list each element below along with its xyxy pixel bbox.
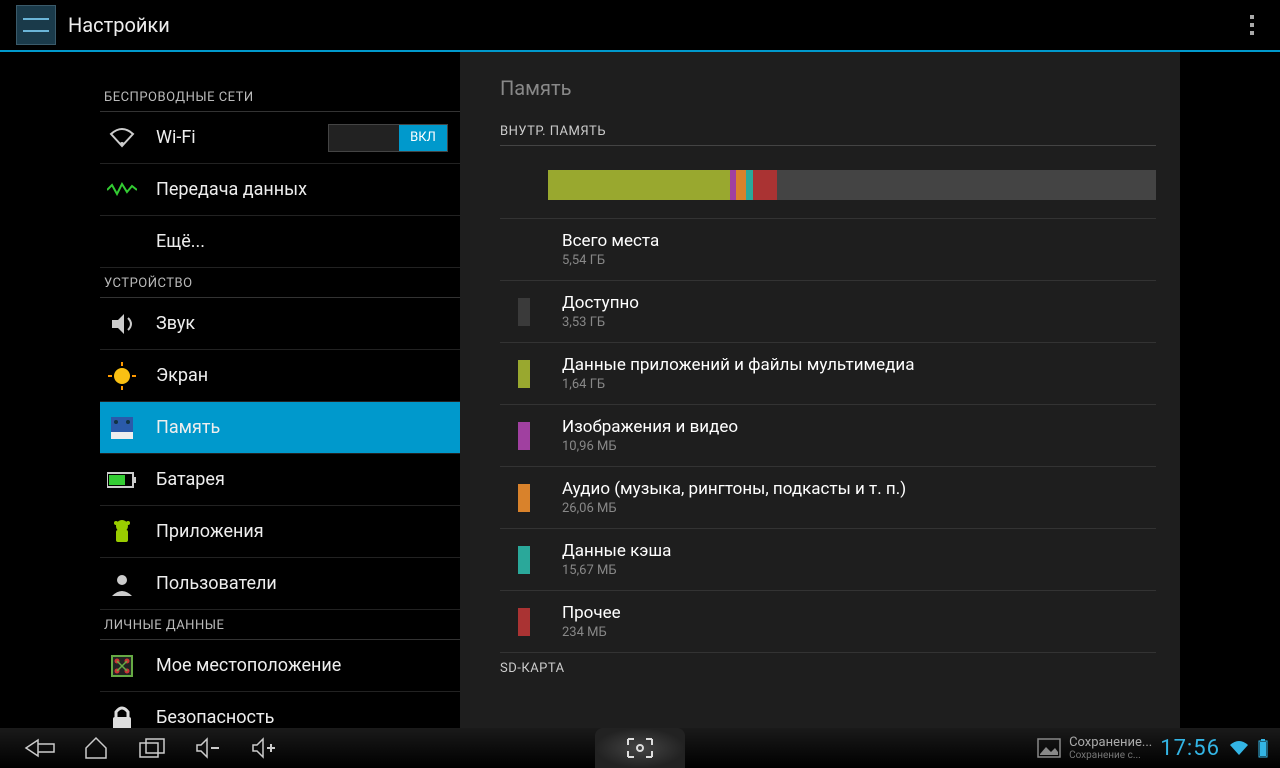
detail-title: Память [500, 76, 1156, 124]
storage-row[interactable]: Изображения и видео 10,96 МБ [500, 405, 1156, 467]
storage-swatch [518, 546, 530, 574]
storage-swatch [518, 422, 530, 450]
storage-row-label: Данные приложений и файлы мультимедиа [562, 355, 914, 375]
storage-row: Всего места 5,54 ГБ [500, 219, 1156, 281]
settings-sidebar: БЕСПРОВОДНЫЕ СЕТИ Wi-Fi ВКЛ Передача дан… [0, 52, 460, 728]
sidebar-item-label: Батарея [156, 469, 225, 490]
section-wireless: БЕСПРОВОДНЫЕ СЕТИ [100, 82, 460, 112]
sidebar-item-label: Экран [156, 365, 208, 386]
storage-row-label: Аудио (музыка, рингтоны, подкасты и т. п… [562, 479, 906, 499]
title-bar: Настройки [0, 0, 1280, 52]
storage-detail-panel: Память ВНУТР. ПАМЯТЬ Всего места 5,54 ГБ Д… [460, 52, 1180, 728]
system-navigation-bar: Сохранение... Сохранение с... 17:56 [0, 728, 1280, 768]
wifi-status-icon [1228, 739, 1250, 757]
section-personal: ЛИЧНЫЕ ДАННЫЕ [100, 610, 460, 640]
storage-row-label: Изображения и видео [562, 417, 738, 437]
storage-row-value: 15,67 МБ [562, 563, 671, 578]
lock-icon [104, 700, 140, 729]
storage-row-label: Доступно [562, 293, 639, 313]
recent-apps-button[interactable] [124, 728, 180, 768]
back-button[interactable] [12, 728, 68, 768]
sidebar-item-battery[interactable]: Батарея [100, 454, 460, 506]
sidebar-item-label: Звук [156, 313, 195, 334]
battery-icon [104, 462, 140, 498]
storage-icon [104, 410, 140, 446]
system-tray[interactable]: Сохранение... Сохранение с... 17:56 [1037, 735, 1268, 761]
overflow-menu-icon[interactable] [1240, 15, 1264, 35]
detail-section-sdcard: SD-КАРТА [500, 661, 1156, 682]
storage-row-label: Данные кэша [562, 541, 671, 561]
sidebar-item-label: Пользователи [156, 573, 277, 594]
detail-section-internal: ВНУТР. ПАМЯТЬ [500, 124, 1156, 146]
home-button[interactable] [68, 728, 124, 768]
battery-status-icon [1258, 738, 1268, 758]
sidebar-item-location[interactable]: Мое местоположение [100, 640, 460, 692]
volume-up-button[interactable] [236, 728, 292, 768]
storage-row-label: Прочее [562, 603, 621, 623]
storage-row-value: 26,06 МБ [562, 501, 906, 516]
display-icon [104, 358, 140, 394]
storage-row-label: Всего места [562, 231, 659, 251]
sidebar-item-display[interactable]: Экран [100, 350, 460, 402]
notification-text: Сохранение... Сохранение с... [1069, 735, 1152, 761]
storage-row-value: 5,54 ГБ [562, 253, 659, 268]
section-device: УСТРОЙСТВО [100, 268, 460, 298]
sidebar-item-label: Ещё... [156, 231, 205, 252]
storage-swatch [518, 608, 530, 636]
toggle-on-label: ВКЛ [399, 125, 447, 151]
storage-row[interactable]: Доступно 3,53 ГБ [500, 281, 1156, 343]
storage-row-value: 1,64 ГБ [562, 377, 914, 392]
sidebar-item-label: Память [156, 417, 220, 438]
wifi-icon [104, 120, 140, 156]
storage-row[interactable]: Прочее 234 МБ [500, 591, 1156, 653]
sidebar-item-apps[interactable]: Приложения [100, 506, 460, 558]
storage-swatch [518, 298, 530, 326]
sidebar-item-security[interactable]: Безопасность [100, 692, 460, 728]
storage-row[interactable]: Аудио (музыка, рингтоны, подкасты и т. п… [500, 467, 1156, 529]
sidebar-item-label: Мое местоположение [156, 655, 341, 676]
data-usage-icon [104, 172, 140, 208]
sidebar-item-more[interactable]: Ещё... [100, 216, 460, 268]
sidebar-item-sound[interactable]: Звук [100, 298, 460, 350]
location-icon [104, 648, 140, 684]
apps-icon [104, 514, 140, 550]
app-title: Настройки [68, 13, 170, 37]
wifi-toggle[interactable]: ВКЛ [328, 124, 448, 152]
sidebar-item-data-usage[interactable]: Передача данных [100, 164, 460, 216]
sidebar-item-users[interactable]: Пользователи [100, 558, 460, 610]
storage-row-value: 234 МБ [562, 625, 621, 640]
volume-down-button[interactable] [180, 728, 236, 768]
storage-row[interactable]: Данные приложений и файлы мультимедиа 1,6… [500, 343, 1156, 405]
notification-image-icon [1037, 738, 1061, 758]
sidebar-item-label: Безопасность [156, 707, 274, 728]
storage-swatch [518, 484, 530, 512]
screenshot-button[interactable] [595, 728, 685, 768]
users-icon [104, 566, 140, 602]
storage-swatch [518, 360, 530, 388]
sidebar-item-label: Приложения [156, 521, 264, 542]
settings-app-icon [16, 5, 56, 45]
sidebar-item-storage[interactable]: Память [100, 402, 460, 454]
clock: 17:56 [1160, 736, 1220, 761]
storage-row-value: 10,96 МБ [562, 439, 738, 454]
sidebar-item-label: Передача данных [156, 179, 307, 200]
storage-row[interactable]: Данные кэша 15,67 МБ [500, 529, 1156, 591]
sound-icon [104, 306, 140, 342]
storage-usage-bar [500, 146, 1156, 219]
sidebar-item-wifi[interactable]: Wi-Fi ВКЛ [100, 112, 460, 164]
storage-row-value: 3,53 ГБ [562, 315, 639, 330]
sidebar-item-label: Wi-Fi [156, 127, 196, 148]
